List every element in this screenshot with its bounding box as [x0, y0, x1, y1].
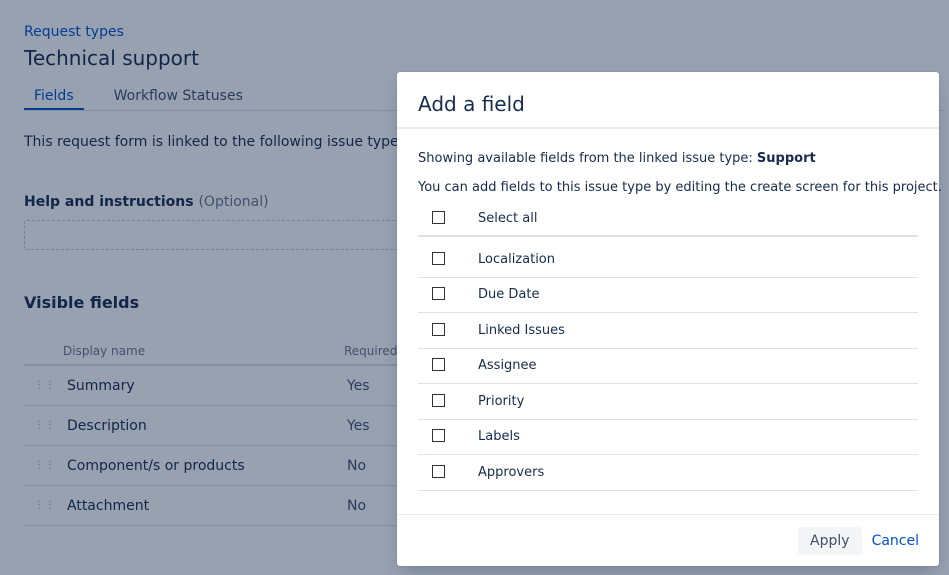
list-item[interactable]: Approvers [418, 455, 918, 491]
select-all-checkbox[interactable] [432, 211, 445, 224]
field-label: Approvers [478, 464, 545, 480]
field-label: Priority [478, 393, 525, 409]
field-checkbox-linked-issues[interactable] [432, 322, 445, 336]
field-checkbox-localization[interactable] [432, 251, 445, 265]
add-field-dialog: Add a field Showing available fields fro… [397, 72, 942, 566]
dialog-body: Showing available fields from the linked… [397, 129, 942, 491]
showing-fields-text: Showing available fields from the linked… [418, 151, 918, 166]
field-checkbox-assignee[interactable] [432, 358, 445, 372]
showing-issue-type: Support [756, 151, 816, 166]
select-all-row[interactable]: Select all [418, 202, 918, 237]
showing-prefix: Showing available fields from the linked… [418, 151, 757, 166]
can-add-fields-text: You can add fields to this issue type by… [418, 180, 942, 195]
field-label: Due Date [478, 287, 540, 303]
list-item[interactable]: Priority [418, 384, 918, 420]
field-label: Linked Issues [478, 322, 565, 338]
field-label: Localization [478, 251, 555, 267]
field-checkbox-due-date[interactable] [432, 287, 445, 301]
list-item[interactable]: Linked Issues [418, 313, 918, 349]
list-item[interactable]: Localization [418, 242, 918, 278]
field-list: Select all Localization Due Date Linked … [418, 202, 918, 491]
cancel-button[interactable]: Cancel [872, 533, 919, 549]
field-checkbox-priority[interactable] [432, 393, 445, 407]
field-checkbox-labels[interactable] [432, 429, 445, 443]
select-all-label: Select all [478, 211, 538, 226]
field-label: Assignee [478, 358, 537, 374]
list-item[interactable]: Labels [418, 420, 918, 455]
field-label: Labels [478, 429, 520, 445]
dialog-title: Add a field [418, 92, 525, 116]
list-item[interactable]: Assignee [418, 349, 918, 384]
apply-button[interactable]: Apply [798, 526, 862, 555]
dialog-header: Add a field [397, 72, 939, 129]
dialog-footer: Apply Cancel [397, 514, 939, 566]
field-checkbox-approvers[interactable] [432, 464, 445, 478]
list-item[interactable]: Due Date [418, 278, 918, 313]
